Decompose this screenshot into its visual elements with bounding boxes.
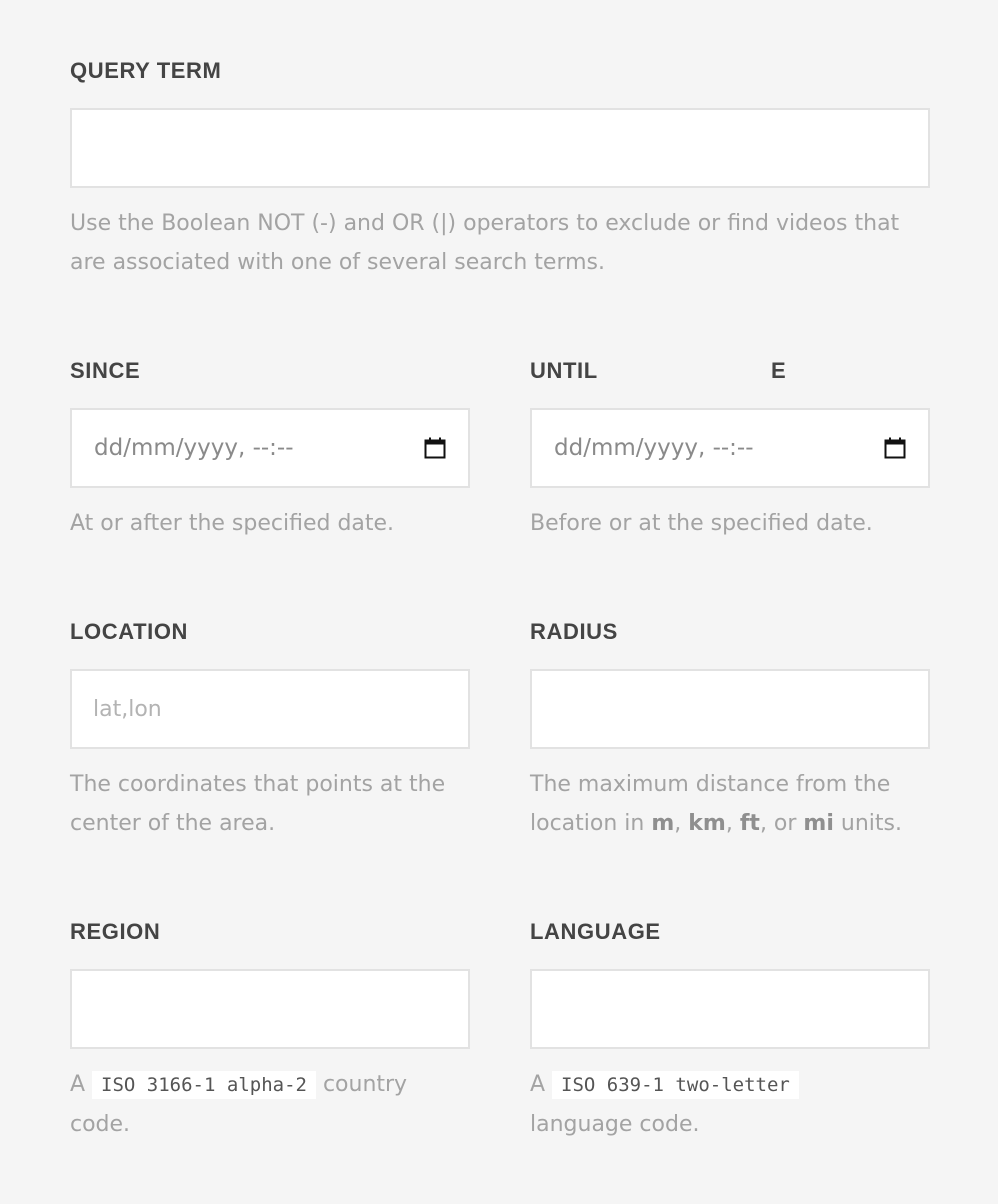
location-label: LOCATION [70, 619, 189, 644]
unit-ft: ft [739, 811, 760, 836]
region-help-prefix: A [70, 1072, 93, 1097]
location-help: The coordinates that points at the cente… [70, 772, 446, 836]
radius-help: The maximum distance from the location i… [530, 765, 940, 843]
until-help: Before or at the specified date. [530, 511, 873, 536]
radius-label: RADIUS [530, 619, 618, 644]
language-help-suffix: language code. [530, 1112, 700, 1137]
region-label: REGION [70, 919, 161, 944]
radius-field [530, 669, 930, 749]
calendar-icon[interactable] [424, 437, 446, 459]
region-input[interactable] [72, 971, 468, 1047]
query-term-input[interactable] [72, 110, 928, 186]
until-date-input[interactable]: dd/mm/yyyy, --:-- [530, 408, 930, 488]
query-term-field [70, 108, 930, 188]
language-input[interactable] [532, 971, 928, 1047]
language-help-prefix: A [530, 1072, 553, 1097]
radius-input[interactable] [532, 671, 928, 747]
until-label: UNTIL [530, 358, 598, 383]
language-help: A ISO 639-1 two-letter language code. [530, 1065, 930, 1144]
query-term-label: QUERY TERM [70, 58, 222, 83]
location-input[interactable] [72, 671, 468, 747]
unit-m: m [651, 811, 675, 836]
language-field [530, 969, 930, 1049]
radius-help-sep: , [674, 811, 689, 836]
radius-help-sep: , or [759, 811, 804, 836]
since-date-placeholder: dd/mm/yyyy, --:-- [94, 435, 294, 461]
language-label: LANGUAGE [530, 919, 661, 944]
until-stray-letter: E [771, 358, 786, 383]
region-code: ISO 3166-1 alpha-2 [92, 1071, 316, 1099]
until-date-placeholder: dd/mm/yyyy, --:-- [554, 435, 754, 461]
query-term-help: Use the Boolean NOT (-) and OR (|) opera… [70, 211, 900, 275]
region-field [70, 969, 470, 1049]
region-help: A ISO 3166-1 alpha-2 country code. [70, 1065, 470, 1144]
since-date-input[interactable]: dd/mm/yyyy, --:-- [70, 408, 470, 488]
since-help: At or after the specified date. [70, 511, 395, 536]
unit-km: km [688, 811, 726, 836]
language-code: ISO 639-1 two-letter [552, 1071, 799, 1099]
since-label: SINCE [70, 358, 141, 383]
radius-help-sep: , [725, 811, 740, 836]
unit-mi: mi [803, 811, 834, 836]
location-field [70, 669, 470, 749]
radius-help-suffix: units. [833, 811, 902, 836]
calendar-icon[interactable] [884, 437, 906, 459]
